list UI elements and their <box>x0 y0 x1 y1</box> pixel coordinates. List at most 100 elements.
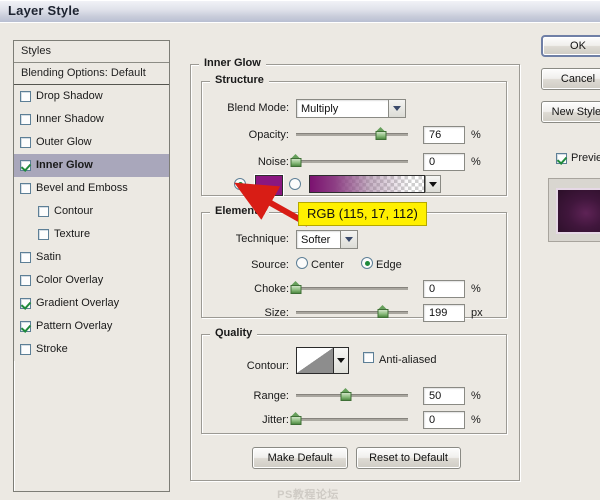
source-edge-radio[interactable] <box>361 257 373 269</box>
quality-group: Quality Contour: Anti-aliased Range: 50 <box>201 327 507 434</box>
chevron-down-icon[interactable] <box>388 100 405 117</box>
inner-glow-group: Inner Glow Structure Blend Mode: Multipl… <box>190 57 520 481</box>
effect-row[interactable]: Gradient Overlay <box>14 292 169 315</box>
chevron-down-icon[interactable] <box>340 231 357 248</box>
size-slider-thumb[interactable] <box>377 305 389 318</box>
effect-row[interactable]: Pattern Overlay <box>14 315 169 338</box>
jitter-label: Jitter: <box>262 414 289 426</box>
opacity-slider-track <box>296 133 408 136</box>
contour-label: Contour: <box>246 360 289 372</box>
range-slider[interactable] <box>296 388 408 402</box>
rgb-callout: RGB (115, 17, 112) <box>298 202 427 226</box>
blending-options-row[interactable]: Blending Options: Default <box>14 63 169 85</box>
noise-slider[interactable] <box>290 154 408 168</box>
blend-mode-value: Multiply <box>301 102 339 115</box>
size-slider-track <box>296 311 408 314</box>
choke-unit: % <box>471 283 481 295</box>
effect-row[interactable]: Contour <box>14 200 169 223</box>
effect-checkbox[interactable] <box>20 160 31 171</box>
choke-input[interactable]: 0 <box>423 280 465 298</box>
blend-mode-select[interactable]: Multiply <box>296 99 406 118</box>
preview-toggle[interactable]: Preview <box>556 152 600 164</box>
watermark: PS教程论坛 BBS.16XX8.COM <box>252 489 364 500</box>
effect-checkbox[interactable] <box>38 229 49 240</box>
anti-aliased-checkbox[interactable] <box>363 352 374 363</box>
jitter-slider-track <box>296 418 408 421</box>
layer-style-dialog: Layer Style Styles Blending Options: Def… <box>0 0 600 500</box>
size-input[interactable]: 199 <box>423 304 465 322</box>
opacity-unit: % <box>471 129 481 141</box>
reset-to-default-button[interactable]: Reset to Default <box>356 447 461 469</box>
gradient-preview[interactable] <box>309 175 425 193</box>
effect-checkbox[interactable] <box>20 298 31 309</box>
window-title: Layer Style <box>8 3 80 18</box>
gradient-dropdown-icon[interactable] <box>425 175 441 193</box>
choke-slider-thumb[interactable] <box>290 281 302 294</box>
effect-row[interactable]: Drop Shadow <box>14 85 169 108</box>
effect-checkbox[interactable] <box>20 275 31 286</box>
noise-slider-thumb[interactable] <box>290 154 302 167</box>
effect-label: Satin <box>36 251 62 263</box>
ok-button[interactable]: OK <box>541 35 600 57</box>
opacity-label: Opacity: <box>248 129 289 141</box>
watermark-line-1: PS教程论坛 <box>277 489 339 500</box>
effect-row[interactable]: Stroke <box>14 338 169 361</box>
effect-checkbox[interactable] <box>38 206 49 217</box>
styles-panel-header[interactable]: Styles <box>14 41 169 63</box>
effect-checkbox[interactable] <box>20 91 31 102</box>
opacity-slider-thumb[interactable] <box>375 127 387 140</box>
titlebar-highlight <box>0 0 600 1</box>
effect-row[interactable]: Color Overlay <box>14 269 169 292</box>
window-titlebar: Layer Style <box>0 0 600 23</box>
quality-group-title: Quality <box>210 327 258 339</box>
effect-row[interactable]: Texture <box>14 223 169 246</box>
dialog-body: Styles Blending Options: Default Drop Sh… <box>0 22 600 500</box>
technique-label: Technique: <box>235 233 289 245</box>
effect-label: Gradient Overlay <box>36 297 120 309</box>
range-label: Range: <box>253 390 289 402</box>
size-label: Size: <box>264 307 289 319</box>
structure-group: Structure Blend Mode: Multiply Opacity: … <box>201 74 507 196</box>
effect-row[interactable]: Outer Glow <box>14 131 169 154</box>
effect-checkbox[interactable] <box>20 137 31 148</box>
effect-checkbox[interactable] <box>20 114 31 125</box>
noise-label: Noise: <box>257 156 289 168</box>
jitter-input[interactable]: 0 <box>423 411 465 429</box>
preview-checkbox[interactable] <box>556 152 567 164</box>
range-slider-track <box>296 394 408 397</box>
range-slider-thumb[interactable] <box>340 388 352 401</box>
effect-row[interactable]: Inner Shadow <box>14 108 169 131</box>
source-edge-label: Edge <box>376 259 402 271</box>
size-slider[interactable] <box>296 305 408 319</box>
anti-aliased-label: Anti-aliased <box>379 354 437 366</box>
effect-label: Contour <box>54 205 94 217</box>
cancel-button[interactable]: Cancel <box>541 68 600 90</box>
effect-row[interactable]: Bevel and Emboss <box>14 177 169 200</box>
contour-dropdown-icon[interactable] <box>334 347 349 374</box>
range-input[interactable]: 50 <box>423 387 465 405</box>
effect-checkbox[interactable] <box>20 252 31 263</box>
technique-select[interactable]: Softer <box>296 230 358 249</box>
effect-checkbox[interactable] <box>20 321 31 332</box>
jitter-slider[interactable] <box>290 412 408 426</box>
opacity-slider[interactable] <box>296 127 408 141</box>
jitter-unit: % <box>471 414 481 426</box>
effect-checkbox[interactable] <box>20 183 31 194</box>
technique-value: Softer <box>301 233 331 246</box>
choke-label: Choke: <box>254 283 289 295</box>
choke-slider[interactable] <box>290 281 408 295</box>
effect-checkbox[interactable] <box>20 344 31 355</box>
contour-swatch[interactable] <box>296 347 334 374</box>
effect-label: Inner Glow <box>36 159 93 171</box>
effect-label: Bevel and Emboss <box>36 182 128 194</box>
noise-input[interactable]: 0 <box>423 153 465 171</box>
jitter-slider-thumb[interactable] <box>290 412 302 425</box>
noise-slider-track <box>296 160 408 163</box>
effect-row[interactable]: Inner Glow <box>14 154 169 177</box>
effect-row[interactable]: Satin <box>14 246 169 269</box>
new-style-button[interactable]: New Style... <box>541 101 600 123</box>
source-center-radio[interactable] <box>296 257 308 269</box>
effect-label: Outer Glow <box>36 136 92 148</box>
make-default-button[interactable]: Make Default <box>252 447 348 469</box>
opacity-input[interactable]: 76 <box>423 126 465 144</box>
